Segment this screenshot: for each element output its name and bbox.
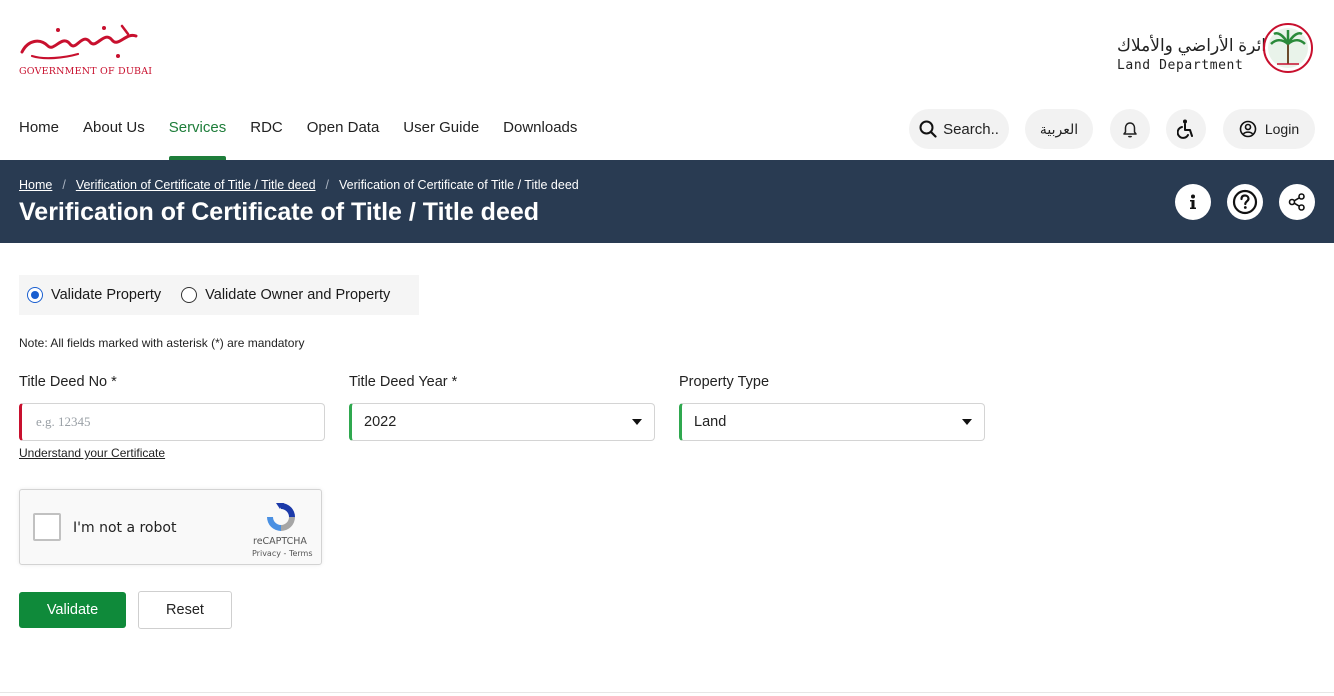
site-header: GOVERNMENT OF DUBAI دائرة الأراضي والأمل…	[0, 0, 1334, 160]
search-icon	[919, 120, 937, 138]
recaptcha-checkbox[interactable]	[33, 513, 61, 541]
title-deed-year-selected-value: 2022	[364, 414, 397, 430]
page-title: Verification of Certificate of Title / T…	[19, 198, 540, 226]
palm-tree-emblem-icon	[1263, 23, 1313, 73]
radio-button-unchecked[interactable]	[181, 287, 198, 303]
validate-button[interactable]: Validate	[19, 592, 126, 628]
bell-icon	[1123, 121, 1137, 137]
search-button[interactable]: Search..	[909, 109, 1009, 149]
info-icon	[1190, 194, 1196, 209]
mandatory-fields-note: Note: All fields marked with asterisk (*…	[19, 336, 305, 350]
radio-validate-property[interactable]: Validate Property	[27, 287, 161, 303]
government-of-dubai-text: GOVERNMENT OF DUBAI	[19, 66, 153, 77]
land-department-arabic-name: دائرة الأراضي والأملاك	[1117, 36, 1274, 55]
notifications-button[interactable]	[1110, 109, 1150, 149]
share-button[interactable]	[1279, 184, 1315, 220]
recaptcha-label: I'm not a robot	[73, 520, 177, 536]
caret-down-icon	[962, 419, 972, 425]
title-deed-no-label: Title Deed No *	[19, 374, 117, 390]
breadcrumb: Home / Verification of Certificate of Ti…	[19, 178, 579, 192]
page-divider	[0, 692, 1334, 693]
property-type-select[interactable]: Land	[679, 403, 985, 441]
help-button[interactable]	[1227, 184, 1263, 220]
caret-down-icon	[632, 419, 642, 425]
radio-validate-property-label: Validate Property	[51, 287, 162, 303]
title-deed-year-select[interactable]: 2022	[349, 403, 655, 441]
radio-button-checked[interactable]	[27, 287, 43, 303]
validation-type-radio-group: Validate Property Validate Owner and Pro…	[19, 275, 419, 315]
nav-item-user-guide[interactable]: User Guide	[403, 118, 479, 160]
recaptcha-privacy-terms-links[interactable]: Privacy - Terms	[252, 549, 313, 558]
nav-item-home[interactable]: Home	[19, 118, 59, 160]
dubai-government-arabic-logo-icon	[20, 24, 138, 60]
main-navigation: Home About Us Services RDC Open Data Use…	[19, 118, 601, 160]
nav-item-open-data[interactable]: Open Data	[307, 118, 380, 160]
accessibility-icon	[1177, 119, 1193, 139]
language-switch-button[interactable]: العربية	[1025, 109, 1093, 149]
search-button-label: Search..	[943, 120, 999, 138]
land-department-logo[interactable]: دائرة الأراضي والأملاك Land Department	[1112, 22, 1317, 74]
accessibility-button[interactable]	[1166, 109, 1206, 149]
login-button[interactable]: Login	[1223, 109, 1315, 149]
breadcrumb-home-link[interactable]: Home	[19, 178, 52, 192]
help-icon	[1232, 189, 1258, 215]
user-icon	[1239, 120, 1257, 138]
breadcrumb-separator: /	[62, 178, 66, 192]
title-deed-no-input[interactable]	[34, 413, 314, 431]
radio-validate-owner-and-property-label: Validate Owner and Property	[205, 287, 391, 303]
government-of-dubai-logo[interactable]: GOVERNMENT OF DUBAI	[18, 22, 152, 80]
property-type-selected-value: Land	[694, 414, 727, 430]
radio-validate-owner-and-property[interactable]: Validate Owner and Property	[181, 287, 390, 303]
title-deed-year-label: Title Deed Year *	[349, 374, 458, 390]
reset-button[interactable]: Reset	[138, 591, 232, 629]
property-type-label: Property Type	[679, 374, 770, 390]
recaptcha-icon	[267, 503, 295, 531]
understand-certificate-link[interactable]: Understand your Certificate	[19, 446, 165, 460]
page-banner: Home / Verification of Certificate of Ti…	[0, 160, 1334, 243]
info-button[interactable]	[1175, 184, 1211, 220]
nav-item-rdc[interactable]: RDC	[250, 118, 283, 160]
recaptcha-widget: I'm not a robot reCAPTCHA Privacy - Term…	[19, 489, 322, 565]
nav-item-services[interactable]: Services	[168, 118, 226, 160]
title-deed-no-field[interactable]	[19, 403, 325, 441]
share-icon	[1288, 193, 1305, 211]
land-department-english-name: Land Department	[1117, 58, 1244, 73]
breadcrumb-current-page: Verification of Certificate of Title / T…	[339, 178, 579, 192]
breadcrumb-separator: /	[325, 178, 330, 192]
recaptcha-brand: reCAPTCHA	[253, 536, 307, 547]
nav-item-about-us[interactable]: About Us	[83, 118, 145, 160]
breadcrumb-verification-link[interactable]: Verification of Certificate of Title / T…	[76, 178, 316, 192]
nav-item-downloads[interactable]: Downloads	[503, 118, 577, 160]
login-button-label: Login	[1264, 121, 1300, 137]
